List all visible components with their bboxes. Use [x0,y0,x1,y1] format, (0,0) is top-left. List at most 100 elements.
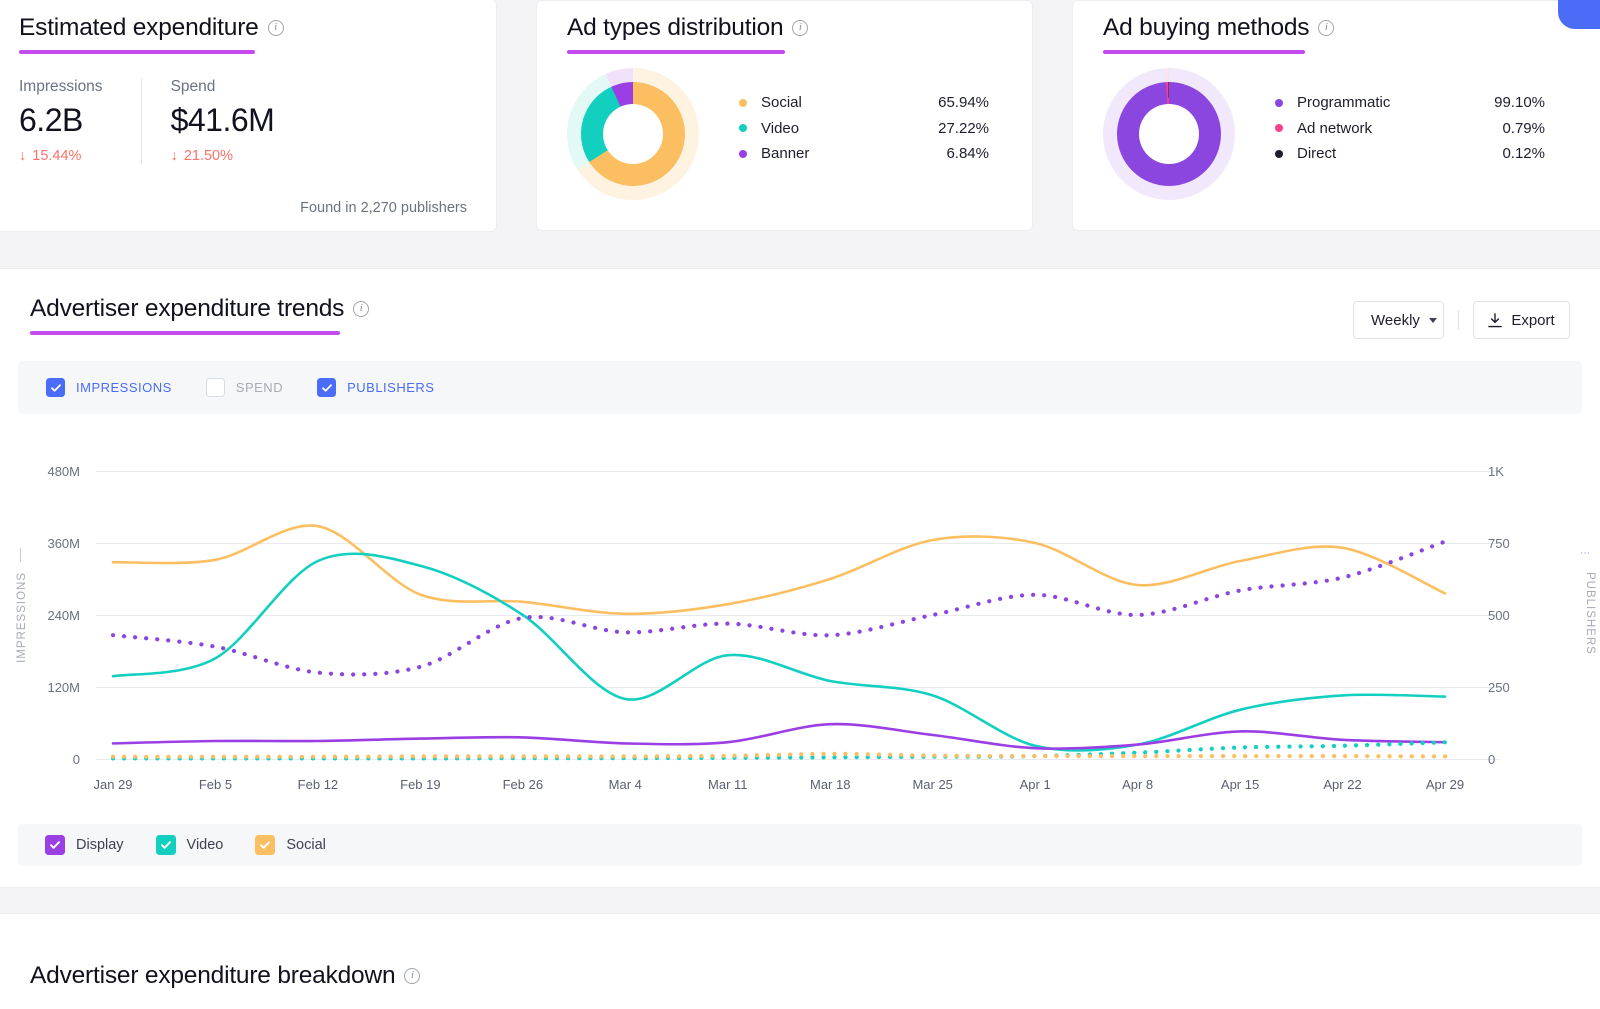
info-icon[interactable]: i [267,20,284,36]
metric-value: $41.6M [170,102,275,138]
checkbox-checked-icon [155,835,176,855]
checkbox-checked-icon [255,835,276,855]
x-axis-tick: Apr 22 [1323,777,1362,792]
legend-dot-icon [1275,98,1283,107]
checkbox-unchecked-icon [205,378,225,397]
chart-series-social-impressions [111,524,1447,616]
ad-buying-legend: Programmatic 99.10% Ad network 0.79% Dir… [1275,90,1545,167]
chart-series-layer [110,524,1448,761]
summary-cards-row: Estimated expenditure i Impressions 6.2B… [0,0,1600,232]
metric-toggle-bar: IMPRESSIONS SPEND PUBLISHERS [18,361,1582,414]
toggle-label: IMPRESSIONS [76,380,172,395]
estimated-expenditure-card: Estimated expenditure i Impressions 6.2B… [0,0,497,232]
dashboard-page: Estimated expenditure i Impressions 6.2B… [0,0,1600,1009]
x-axis-tick: Mar 25 [912,777,953,792]
x-axis-tick: Mar 18 [809,777,851,792]
metric-spend: Spend $41.6M ↓ 21.50% [140,78,295,164]
x-axis-tick: Apr 29 [1425,777,1465,792]
info-icon[interactable]: i [792,20,809,36]
ad-types-chart-row: Social 65.94% Video 27.22% Banner 6.84% [567,68,1002,200]
advertiser-expenditure-breakdown-panel: Advertiser expenditure breakdown i [0,913,1600,1009]
metric-delta: ↓ 15.44% [19,148,103,164]
legend-item[interactable]: Social 65.94% [739,90,989,116]
arrow-down-icon: ↓ [19,148,27,164]
metric-delta-value: 15.44% [32,148,82,164]
legend-value: 27.22% [938,119,989,137]
metric-label: Spend [170,78,216,95]
legend-item[interactable]: Programmatic 99.10% [1275,90,1545,116]
legend-label: Social [286,837,326,853]
legend-item[interactable]: Banner 6.84% [739,141,989,167]
legend-dot-icon [1275,124,1283,133]
metric-delta: ↓ 21.50% [171,148,275,164]
legend-value: 0.79% [1502,119,1545,137]
ad-types-distribution-card: Ad types distribution i Social 65.94% Vi… [536,0,1033,231]
donut-hole [603,104,663,164]
ad-buying-chart-row: Programmatic 99.10% Ad network 0.79% Dir… [1103,68,1580,200]
legend-toggle-display[interactable]: Display [45,835,124,855]
toggle-spend[interactable]: SPEND [205,378,284,397]
legend-label: Video [186,837,224,853]
ad-buying-header: Ad buying methods i [1103,14,1580,42]
legend-toggle-video[interactable]: Video [155,835,224,855]
checkbox-checked-icon [45,835,65,855]
info-icon[interactable]: i [1318,20,1335,36]
legend-label: Social [761,94,802,112]
legend-label: Direct [1297,145,1337,163]
donut-hole [1139,104,1199,164]
info-icon[interactable]: i [353,301,370,317]
title-underline [19,50,255,54]
legend-item[interactable]: Direct 0.12% [1275,141,1545,167]
export-button[interactable]: Export [1473,301,1570,339]
toggle-impressions[interactable]: IMPRESSIONS [46,378,172,397]
legend-toggle-social[interactable]: Social [255,835,326,855]
advertiser-expenditure-trends-panel: Advertiser expenditure trends i Weekly E… [0,268,1600,888]
title-underline [567,50,785,54]
title-underline [30,331,340,335]
legend-dot-icon [1275,149,1283,158]
ad-types-donut-chart [567,68,699,200]
x-axis-tick: Feb 26 [502,777,544,792]
metric-label: Impressions [19,78,103,95]
legend-label: Video [761,119,800,137]
chart-series-display-impressions [111,722,1447,750]
x-axis-tick: Mar 11 [708,777,748,792]
chart-series-social-publishers [110,751,1448,759]
legend-label: Banner [761,145,810,163]
info-icon[interactable]: i [404,968,421,984]
legend-dot-icon [739,124,747,133]
toggle-publishers[interactable]: PUBLISHERS [317,378,434,397]
divider [1458,310,1459,330]
metrics-group: Impressions 6.2B ↓ 15.44% Spend $41.6M ↓ 2… [19,78,467,164]
legend-label: Ad network [1297,119,1373,137]
trends-line-chart: IMPRESSIONS ⋯ PUBLISHERS 480M 360M 240M … [0,444,1600,814]
legend-item[interactable]: Ad network 0.79% [1275,116,1545,142]
ad-buying-methods-card: Ad buying methods i Programmatic 99.10% … [1072,0,1600,231]
legend-value: 99.10% [1494,94,1545,112]
chart-series-video-impressions [111,552,1447,752]
metric-delta-value: 21.50% [183,148,233,164]
toggle-label: PUBLISHERS [347,380,435,395]
legend-dot-icon [739,149,747,158]
section-title: Advertiser expenditure breakdown [30,962,396,989]
legend-label: Display [76,837,124,853]
x-axis-tick: Apr 8 [1122,777,1154,792]
ad-buying-donut-chart [1103,68,1235,200]
granularity-dropdown[interactable]: Weekly [1353,301,1444,339]
trends-controls: Weekly Export [1353,295,1570,339]
chat-widget-button[interactable] [1558,0,1600,29]
trends-header: Advertiser expenditure trends i Weekly E… [0,269,1600,339]
x-axis-tick: Feb 19 [400,777,441,792]
legend-value: 0.12% [1502,145,1545,163]
checkbox-checked-icon [46,378,65,397]
section-title: Advertiser expenditure trends [30,295,345,322]
ad-types-header: Ad types distribution i [567,14,1002,42]
x-axis-tick: Apr 15 [1220,777,1260,792]
toggle-label: SPEND [235,380,284,395]
estimated-expenditure-header: Estimated expenditure i [19,14,467,42]
legend-dot-icon [739,98,747,107]
x-axis-tick: Apr 1 [1019,777,1051,792]
breakdown-header: Advertiser expenditure breakdown i [30,962,1570,990]
ad-types-legend: Social 65.94% Video 27.22% Banner 6.84% [739,90,989,167]
legend-item[interactable]: Video 27.22% [739,116,989,142]
